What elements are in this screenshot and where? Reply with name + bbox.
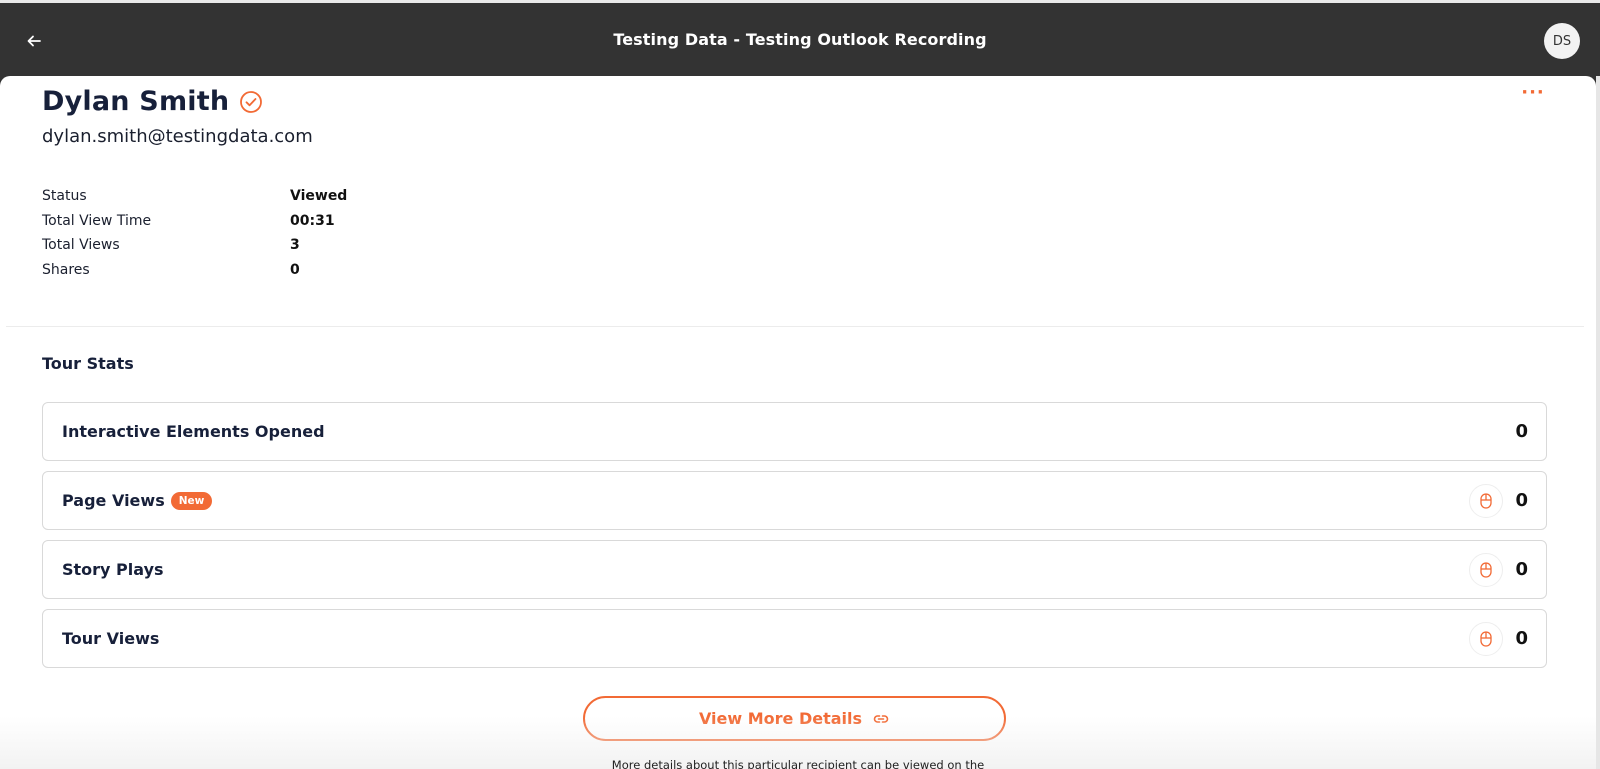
view-more-label: View More Details [698,709,863,728]
mouse-button[interactable] [1469,621,1504,656]
recipient-stats: Status Viewed Total View Time 00:31 Tota… [42,184,347,282]
tour-stat-value: 0 [1515,559,1528,580]
tour-stat-value: 0 [1515,421,1528,442]
tour-stat-label: Page Views [62,491,165,510]
stat-row-total-view-time: Total View Time 00:31 [42,209,347,234]
stat-row-status: Status Viewed [42,184,347,209]
stat-value: Viewed [290,188,348,205]
stat-label: Status [42,188,87,205]
more-options-button[interactable]: ··· [1518,84,1548,108]
stat-label: Total View Time [42,212,152,229]
top-bar: Testing Data - Testing Outlook Recording… [0,0,1600,80]
tour-stat-interactive-elements[interactable]: Interactive Elements Opened 0 [42,402,1547,461]
tour-stat-story-plays[interactable]: Story Plays 0 [42,540,1547,599]
tour-stat-tour-views[interactable]: Tour Views 0 [42,609,1547,668]
tour-stats-title: Tour Stats [42,354,134,373]
stat-value: 3 [290,237,300,254]
mouse-button[interactable] [1469,483,1504,518]
recipient-email: dylan.smith@testingdata.com [42,126,313,147]
tour-stat-page-views[interactable]: Page Views New 0 [42,471,1547,530]
avatar[interactable]: DS [1544,23,1580,59]
scrollbar[interactable] [1596,76,1600,769]
stat-value: 0 [290,261,300,278]
check-circle-icon [240,90,263,113]
tour-stats-list: Interactive Elements Opened 0 Page Views… [42,402,1547,678]
tour-stat-right: 0 [1469,472,1528,529]
tour-stat-right: 0 [1469,541,1528,598]
stat-value: 00:31 [290,212,335,229]
new-badge: New [170,491,213,510]
recipient-name: Dylan Smith [42,86,230,117]
stat-row-total-views: Total Views 3 [42,233,347,258]
link-icon [873,714,889,723]
section-divider [6,326,1584,327]
view-more-details-button[interactable]: View More Details [583,696,1006,741]
stat-label: Total Views [42,237,120,254]
recipient-panel: Dylan Smith dylan.smith@testingdata.com … [0,76,1596,769]
page-title: Testing Data - Testing Outlook Recording [613,30,987,49]
mouse-icon [1480,561,1493,578]
mouse-icon [1480,492,1493,509]
footnote-text: More details about this particular recip… [611,758,985,769]
tour-stat-value: 0 [1515,490,1528,511]
tour-stat-label: Interactive Elements Opened [62,422,325,441]
tour-stat-right: 0 [1515,403,1528,460]
recipient-header: Dylan Smith [42,86,263,117]
stat-row-shares: Shares 0 [42,258,347,283]
tour-stat-right: 0 [1469,610,1528,667]
tour-stat-label: Story Plays [62,560,164,579]
stat-label: Shares [42,261,90,278]
tour-stat-value: 0 [1515,628,1528,649]
tour-stat-label: Tour Views [62,629,160,648]
mouse-icon [1480,630,1493,647]
mouse-button[interactable] [1469,552,1504,587]
